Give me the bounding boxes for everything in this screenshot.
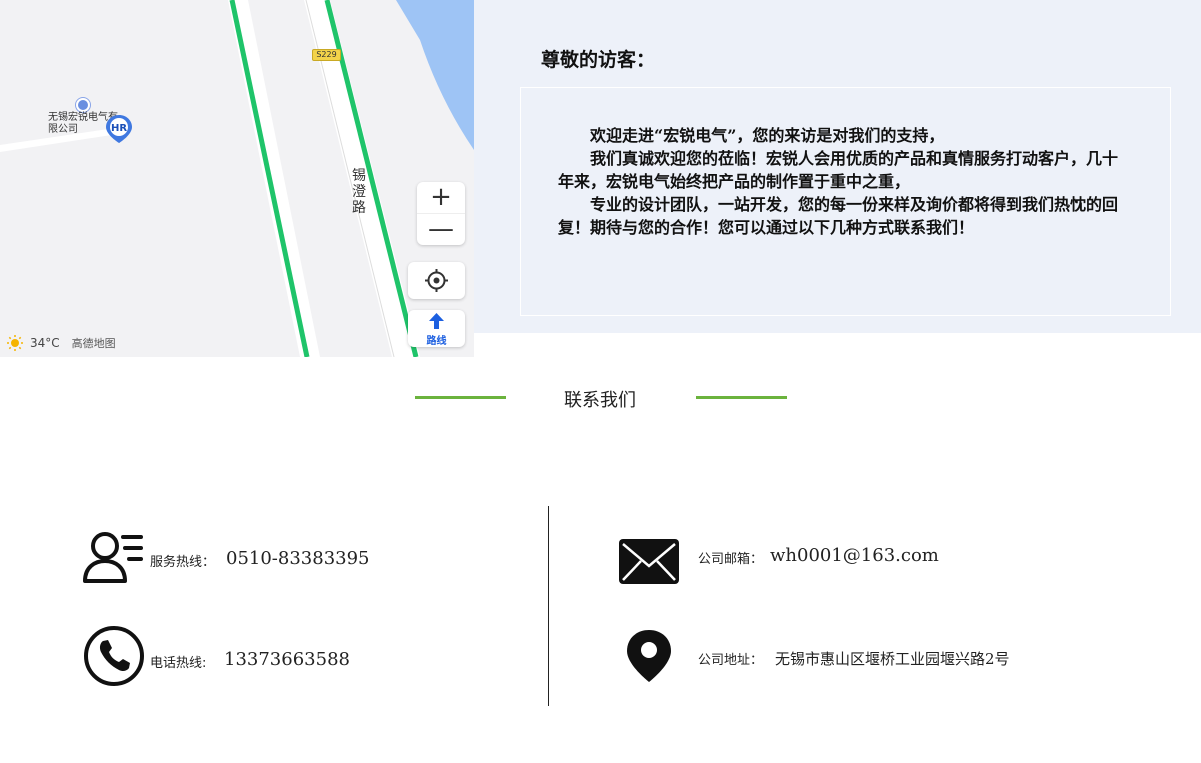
- visitor-title: 尊敬的访客：: [541, 49, 656, 71]
- phone-icon: [84, 626, 144, 686]
- email-value[interactable]: wh0001@163.com: [770, 545, 939, 566]
- section-line-left: [415, 396, 506, 399]
- visitor-paragraph: 欢迎走进“宏锐电气”，您的来访是对我们的支持，: [590, 126, 945, 145]
- locate-icon: [425, 269, 448, 292]
- email-label: 公司邮箱：: [698, 552, 764, 567]
- address-label: 公司地址：: [698, 653, 764, 668]
- route-button[interactable]: 路线: [408, 310, 465, 347]
- visitor-paragraph: 专业的设计团队，一站开发，您的每一份来样及询价都将得到我们热忱的回复！期待与您的…: [558, 195, 1119, 237]
- route-arrow-icon: [429, 313, 444, 329]
- section-title: 联系我们: [564, 390, 636, 411]
- locate-button[interactable]: [408, 262, 465, 299]
- poi-dot-icon[interactable]: [76, 98, 90, 112]
- highway-badge: S229: [312, 49, 341, 61]
- map-roads: [0, 0, 474, 357]
- sun-icon: [7, 335, 23, 351]
- address-value: 无锡市惠山区堰桥工业园堰兴路2号: [775, 650, 1010, 668]
- email-icon: [619, 539, 679, 584]
- location-pin-icon: [627, 630, 671, 682]
- zoom-in-button[interactable]: +: [417, 182, 465, 213]
- zoom-controls: + —: [417, 182, 465, 245]
- visitor-message-box: 欢迎走进“宏锐电气”，您的来访是对我们的支持， 我们真诚欢迎您的莅临！宏锐人会用…: [520, 87, 1171, 316]
- visitor-paragraph: 我们真诚欢迎您的莅临！宏锐人会用优质的产品和真情服务打动客户，几十年来，宏锐电气…: [558, 149, 1119, 191]
- phone-hotline-label: 电话热线:: [150, 656, 207, 671]
- weather-info: 34°C 高德地图: [6, 334, 116, 352]
- visitor-panel: 尊敬的访客： 欢迎走进“宏锐电气”，您的来访是对我们的支持， 我们真诚欢迎您的莅…: [474, 0, 1201, 333]
- weather-temp: 34°C: [30, 336, 60, 350]
- route-label: 路线: [426, 336, 447, 347]
- contact-divider: [548, 506, 549, 706]
- visitor-message: 欢迎走进“宏锐电气”，您的来访是对我们的支持， 我们真诚欢迎您的莅临！宏锐人会用…: [558, 124, 1118, 239]
- svg-text:HR: HR: [111, 123, 127, 134]
- road-name-label: 锡澄路: [352, 168, 366, 216]
- company-marker-icon[interactable]: HR: [103, 113, 135, 145]
- section-line-right: [696, 396, 787, 399]
- service-hotline-label: 服务热线：: [150, 555, 216, 570]
- contact-page: S229 锡澄路 无锡宏锐电气有限公司 HR + — 路线 34°C 高德地图 …: [0, 0, 1201, 763]
- customer-service-icon: [83, 532, 143, 583]
- zoom-out-button[interactable]: —: [417, 213, 465, 244]
- map-widget[interactable]: S229 锡澄路 无锡宏锐电气有限公司 HR + — 路线 34°C 高德地图: [0, 0, 474, 357]
- map-brand-label: 高德地图: [71, 337, 116, 350]
- phone-hotline-value[interactable]: 13373663588: [224, 649, 350, 670]
- service-hotline-value[interactable]: 0510-83383395: [226, 548, 370, 569]
